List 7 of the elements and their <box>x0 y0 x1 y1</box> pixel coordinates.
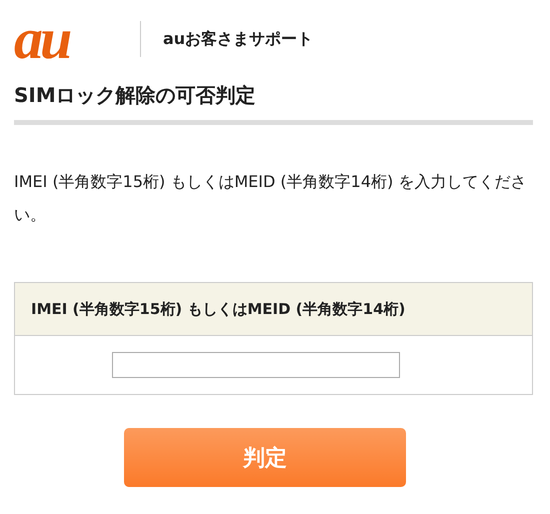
submit-button[interactable]: 判定 <box>124 428 406 487</box>
field-label: IMEI (半角数字15桁) もしくはMEID (半角数字14桁) <box>31 300 406 318</box>
site-title: auお客さまサポート <box>163 28 314 50</box>
input-field[interactable] <box>112 352 400 378</box>
au-logo[interactable]: au <box>14 10 124 68</box>
instruction-text: IMEI (半角数字15桁) もしくはMEID (半角数字14桁) を入力してください。 <box>14 171 528 226</box>
page-title: SIMロック解除の可否判定 <box>14 82 257 108</box>
